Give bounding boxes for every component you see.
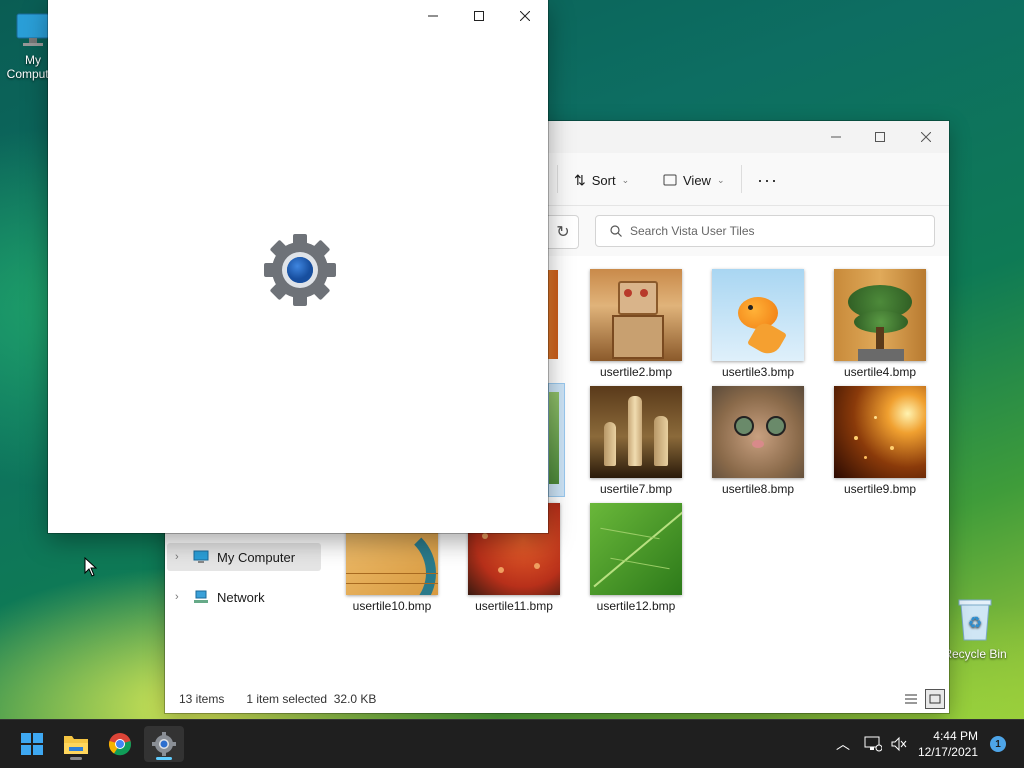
chevron-right-icon: › [175, 591, 179, 603]
refresh-button[interactable]: ↻ [548, 215, 579, 249]
file-name: usertile2.bmp [599, 365, 673, 379]
file-name: usertile9.bmp [843, 482, 917, 496]
clock-date: 12/17/2021 [917, 745, 978, 759]
file-explorer-icon [64, 736, 88, 754]
file-item[interactable]: usertile12.bmp [581, 503, 691, 613]
sort-icon: ⇅ [574, 171, 586, 188]
nav-item-label: Network [217, 589, 265, 605]
nav-item-network[interactable]: › Network [167, 583, 321, 611]
toolbar-separator [741, 165, 742, 193]
robot-thumbnail [590, 269, 682, 361]
clock-time: 4:44 PM [933, 729, 978, 743]
file-name: usertile12.bmp [596, 599, 676, 613]
file-name: usertile4.bmp [843, 365, 917, 379]
file-item[interactable]: usertile2.bmp [581, 269, 691, 379]
goldfish-thumbnail [712, 269, 804, 361]
more-options-button[interactable]: ··· [757, 167, 778, 193]
file-name: usertile10.bmp [352, 599, 432, 613]
monitor-icon [16, 13, 50, 46]
taskbar: ︿ 4:44 PM 12/17/2021 1 [0, 719, 1024, 768]
file-item[interactable]: usertile3.bmp [703, 269, 813, 379]
file-item[interactable]: usertile9.bmp [825, 386, 935, 496]
desktop-icon-label: Recycle Bin [943, 647, 1007, 661]
maximize-icon [474, 11, 484, 21]
file-name: usertile11.bmp [475, 599, 553, 613]
monitor-icon [193, 550, 209, 563]
taskbar-settings[interactable] [144, 726, 184, 762]
more-icon: ··· [757, 169, 778, 190]
view-button[interactable]: View ⌄ [663, 167, 725, 193]
chevron-down-icon: ⌄ [716, 174, 725, 185]
notification-badge[interactable]: 1 [990, 736, 1006, 752]
maximize-icon [875, 132, 885, 142]
file-name: usertile3.bmp [721, 365, 795, 379]
chevron-up-icon: ︿ [836, 736, 850, 752]
search-box[interactable]: Search Vista User Tiles [595, 215, 935, 247]
kitten-thumbnail [712, 386, 804, 478]
network-icon [864, 736, 882, 752]
recycle-bin-icon: ♻ [958, 599, 992, 641]
details-view-icon [905, 694, 917, 704]
chevron-right-icon: › [175, 551, 179, 563]
settings-window [48, 0, 548, 533]
sparkles-thumbnail [834, 386, 926, 478]
settings-close-button[interactable] [502, 0, 548, 32]
svg-text:♻: ♻ [968, 615, 982, 632]
tiles-view-button[interactable] [925, 689, 945, 709]
file-name: usertile7.bmp [599, 482, 673, 496]
settings-gear-icon [264, 234, 336, 306]
system-clock[interactable]: 4:44 PM 12/17/2021 [918, 728, 978, 760]
toolbar-separator [557, 165, 558, 193]
settings-minimize-button[interactable] [410, 0, 456, 32]
chrome-icon [108, 733, 132, 756]
start-icon [21, 733, 43, 755]
close-icon [921, 132, 931, 142]
active-indicator [156, 757, 172, 760]
nav-item-my-computer[interactable]: › My Computer [167, 543, 321, 571]
mouse-cursor-icon [84, 557, 98, 577]
taskbar-chrome[interactable] [100, 726, 140, 762]
show-hidden-icons-button[interactable]: ︿ [836, 720, 850, 768]
volume-muted-icon [891, 736, 907, 752]
details-view-button[interactable] [901, 689, 921, 709]
sort-label: Sort [591, 172, 616, 188]
item-count: 13 items [179, 692, 225, 706]
view-label: View [683, 172, 711, 188]
search-icon [610, 225, 622, 237]
taskbar-file-explorer[interactable] [56, 726, 96, 762]
view-icon [663, 174, 677, 186]
refresh-icon: ↻ [556, 224, 570, 241]
file-item[interactable]: usertile8.bmp [703, 386, 813, 496]
partial-thumbnail-selected[interactable] [548, 383, 565, 497]
partial-thumbnail[interactable] [548, 270, 558, 359]
file-item[interactable]: usertile4.bmp [825, 269, 935, 379]
close-icon [520, 11, 530, 21]
minimize-icon [428, 15, 438, 17]
nav-item-label: My Computer [217, 549, 296, 565]
running-indicator [70, 757, 82, 760]
file-item[interactable]: usertile7.bmp [581, 386, 691, 496]
desktop-icon-recycle-bin[interactable]: ♻ Recycle Bin [940, 596, 1010, 661]
tiles-view-icon [929, 694, 941, 704]
selection-info: 1 item selected 32.0 KB [246, 692, 377, 706]
explorer-close-button[interactable] [903, 121, 949, 153]
settings-maximize-button[interactable] [456, 0, 502, 32]
explorer-maximize-button[interactable] [857, 121, 903, 153]
explorer-minimize-button[interactable] [813, 121, 859, 153]
settings-icon [152, 732, 176, 756]
leaf-thumbnail [590, 503, 682, 595]
start-button[interactable] [12, 726, 52, 762]
file-name: usertile8.bmp [721, 482, 795, 496]
search-placeholder: Search Vista User Tiles [630, 224, 755, 238]
bonsai-thumbnail [834, 269, 926, 361]
volume-status[interactable] [890, 720, 908, 768]
status-bar: 13 items 1 item selected 32.0 KB [165, 685, 949, 713]
chevron-down-icon: ⌄ [621, 174, 630, 185]
minimize-icon [831, 136, 841, 138]
network-icon [194, 590, 208, 603]
network-status[interactable] [864, 720, 882, 768]
chess-thumbnail [590, 386, 682, 478]
sort-button[interactable]: ⇅ Sort ⌄ [574, 167, 629, 193]
